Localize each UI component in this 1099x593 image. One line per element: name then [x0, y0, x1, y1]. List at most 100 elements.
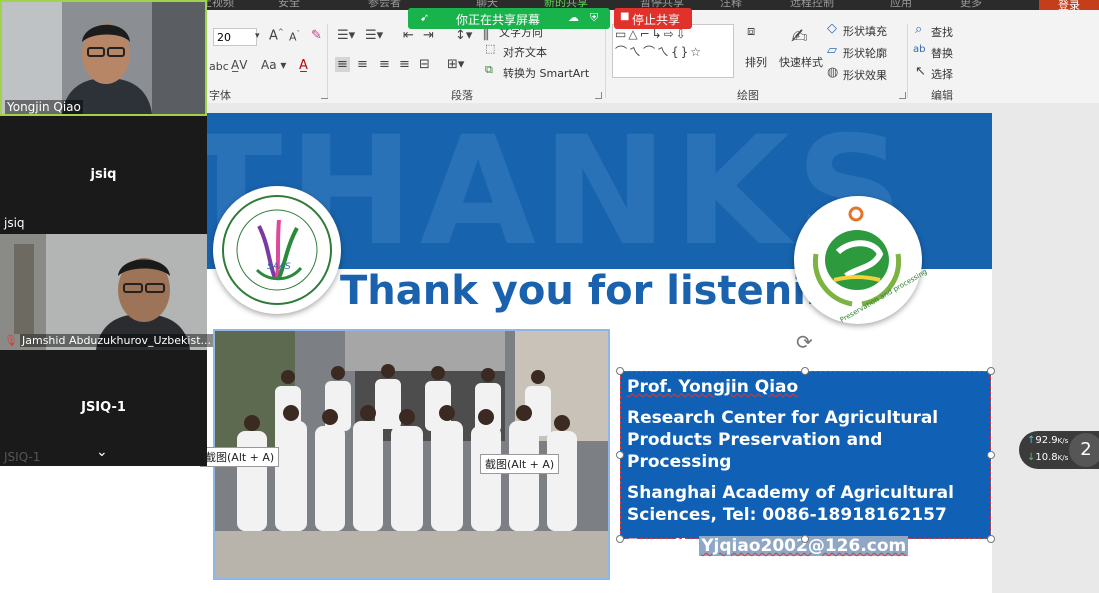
stop-icon: ■ [620, 11, 630, 22]
numbering-icon[interactable]: ☰▾ [365, 28, 383, 43]
shape-outline-button[interactable]: 形状轮廓 [843, 45, 887, 61]
shape-fill-icon[interactable]: ◇ [827, 21, 837, 36]
align-left-icon[interactable]: ≡ [335, 57, 350, 72]
select-icon[interactable]: ↖ [915, 64, 926, 79]
align-center-icon[interactable]: ≡ [357, 57, 368, 72]
font-size-select[interactable]: 20 [213, 28, 257, 46]
line-spacing-icon[interactable]: ↕▾ [455, 28, 472, 43]
resize-handle[interactable] [987, 367, 995, 375]
change-case-icon[interactable]: Aa ▾ [261, 58, 286, 72]
align-text-icon[interactable]: ⬚ [485, 42, 495, 55]
saas-logo[interactable]: SAAS [213, 186, 341, 314]
justify-icon[interactable]: ≡ [399, 57, 410, 72]
shape-fill-button[interactable]: 形状填充 [843, 23, 887, 39]
quick-styles-button[interactable]: 快速样式 [779, 54, 823, 70]
network-speed-widget[interactable]: ↑92.9K/s ↓10.8K/s 2 [1019, 431, 1099, 469]
shield-icon: ⛨ [590, 11, 599, 24]
shrink-font-icon[interactable]: Aˇ [289, 30, 300, 44]
resize-handle[interactable] [801, 367, 809, 375]
divider [605, 24, 606, 98]
chevron-down-icon[interactable]: ⌄ [96, 444, 108, 460]
chevron-down-icon[interactable]: ▾ [255, 31, 260, 41]
shape-effects-icon[interactable]: ◍ [827, 65, 838, 80]
speed-badge[interactable]: 2 [1069, 433, 1099, 467]
preservation-logo[interactable]: Preservation and processing [794, 196, 929, 324]
stop-share-button[interactable]: ■ 停止共享 [614, 8, 692, 29]
sharing-status-text: 你正在共享屏幕 [456, 13, 541, 27]
align-right-icon[interactable]: ≡ [379, 57, 390, 72]
participant-name: Jamshid Abduzukhurov_Uzbekist... [20, 334, 214, 347]
smartart-icon[interactable]: ⧉ [485, 63, 493, 77]
arrange-icon[interactable]: ⧈ [747, 24, 755, 39]
resize-handle[interactable] [987, 451, 995, 459]
increase-indent-icon[interactable]: ⇥ [423, 28, 434, 43]
shape-effects-button[interactable]: 形状效果 [843, 67, 887, 83]
decrease-indent-icon[interactable]: ⇤ [403, 28, 414, 43]
research-center-line2: Products Preservation and Processing [627, 430, 883, 472]
security-button[interactable]: 安全 [278, 0, 300, 10]
annotate-button[interactable]: 注释 [720, 0, 742, 10]
share-icon: ➹ [420, 11, 430, 24]
participant-tile[interactable]: jsiq jsiq [0, 116, 207, 234]
rotate-handle-icon[interactable]: ⟳ [796, 330, 813, 354]
research-center-line1: Research Center for Agricultural [627, 408, 939, 428]
network-icon: ☁ [568, 11, 579, 24]
apps-button[interactable]: 应用 [890, 0, 912, 10]
participant-tile[interactable]: JSIQ-1 JSIQ-1 ⌄ [0, 350, 207, 466]
replace-button[interactable]: 替换 [931, 45, 953, 61]
participants-button[interactable]: 参会者 [368, 0, 401, 10]
arrange-button[interactable]: 排列 [745, 54, 767, 70]
resize-handle[interactable] [801, 535, 809, 543]
download-speed: ↓10.8K/s [1027, 452, 1069, 463]
convert-smartart-button[interactable]: 转换为 SmartArt [503, 65, 589, 81]
participant-name: Yongjin Qiao [5, 100, 83, 114]
contact-name: Prof. Yongjin Qiao [627, 377, 799, 397]
participant-display-name: JSIQ-1 [81, 400, 126, 415]
participant-display-name: jsiq [90, 167, 117, 182]
replace-icon[interactable]: ab [913, 44, 925, 55]
find-button[interactable]: 查找 [931, 24, 953, 40]
quick-styles-icon[interactable]: ✍ [791, 24, 808, 48]
column-layout-icon[interactable]: ⊞▾ [447, 57, 464, 72]
remote-control-button[interactable]: 远程控制 [790, 0, 834, 10]
academy-line2: Sciences, Tel: 0086-18918162157 [627, 505, 947, 525]
char-spacing-icon[interactable]: abc [209, 60, 229, 73]
select-button[interactable]: 选择 [931, 66, 953, 82]
resize-handle[interactable] [616, 451, 624, 459]
participant-tile[interactable]: 🎙 Jamshid Abduzukhurov_Uzbekist... [0, 234, 214, 350]
font-color-icon[interactable]: A̲ [299, 58, 308, 73]
participant-tile[interactable]: Yongjin Qiao [0, 0, 207, 116]
participants-panel: Yongjin Qiao jsiq jsiq 🎙 Jamshid Abduzuk… [0, 0, 214, 466]
resize-handle[interactable] [616, 367, 624, 375]
stop-share-label: 停止共享 [632, 13, 681, 27]
font-group-label: 字体 [209, 89, 231, 102]
paragraph-dialog-launcher[interactable] [595, 92, 602, 99]
drawing-dialog-launcher[interactable] [899, 92, 906, 99]
divider [907, 24, 908, 98]
bullets-icon[interactable]: ☰▾ [337, 28, 355, 43]
mic-muted-icon: 🎙 [4, 334, 18, 347]
character-spacing-icon[interactable]: A̲V [231, 58, 247, 72]
resize-handle[interactable] [616, 535, 624, 543]
paragraph-group-label: 段落 [451, 89, 473, 102]
participant-name: jsiq [4, 216, 25, 230]
shapes-gallery[interactable]: ▭△⌐↳⇨⇩ ⌒ㄟ⌒ㄟ{}☆ [612, 24, 734, 78]
grow-font-icon[interactable]: A^ [269, 28, 284, 43]
resize-handle[interactable] [987, 535, 995, 543]
find-icon[interactable]: ⌕ [915, 22, 922, 37]
contact-info-box[interactable]: Prof. Yongjin Qiao Research Center for A… [620, 371, 991, 556]
editing-group-label: 编辑 [931, 89, 953, 102]
email-label: E-mail: [627, 536, 694, 556]
academy-line1: Shanghai Academy of Agricultural [627, 483, 954, 503]
columns-icon[interactable]: ⫼ [483, 28, 489, 43]
clear-format-icon[interactable]: ✎ [311, 28, 322, 43]
more-button[interactable]: 更多 [960, 0, 982, 10]
shape-outline-icon[interactable]: ▱ [827, 43, 837, 58]
distribute-icon[interactable]: ⊟ [419, 57, 430, 72]
upload-speed: ↑92.9K/s [1027, 435, 1069, 446]
saas-logo-text: SAAS [267, 262, 291, 272]
slide-title[interactable]: Thank you for listening [340, 268, 863, 314]
align-text-button[interactable]: 对齐文本 [503, 44, 547, 60]
sharing-status-pill[interactable]: ➹ 你正在共享屏幕 ☁ ⛨ [408, 8, 610, 29]
screenshot-tooltip: 截图(Alt + A) [480, 454, 560, 474]
